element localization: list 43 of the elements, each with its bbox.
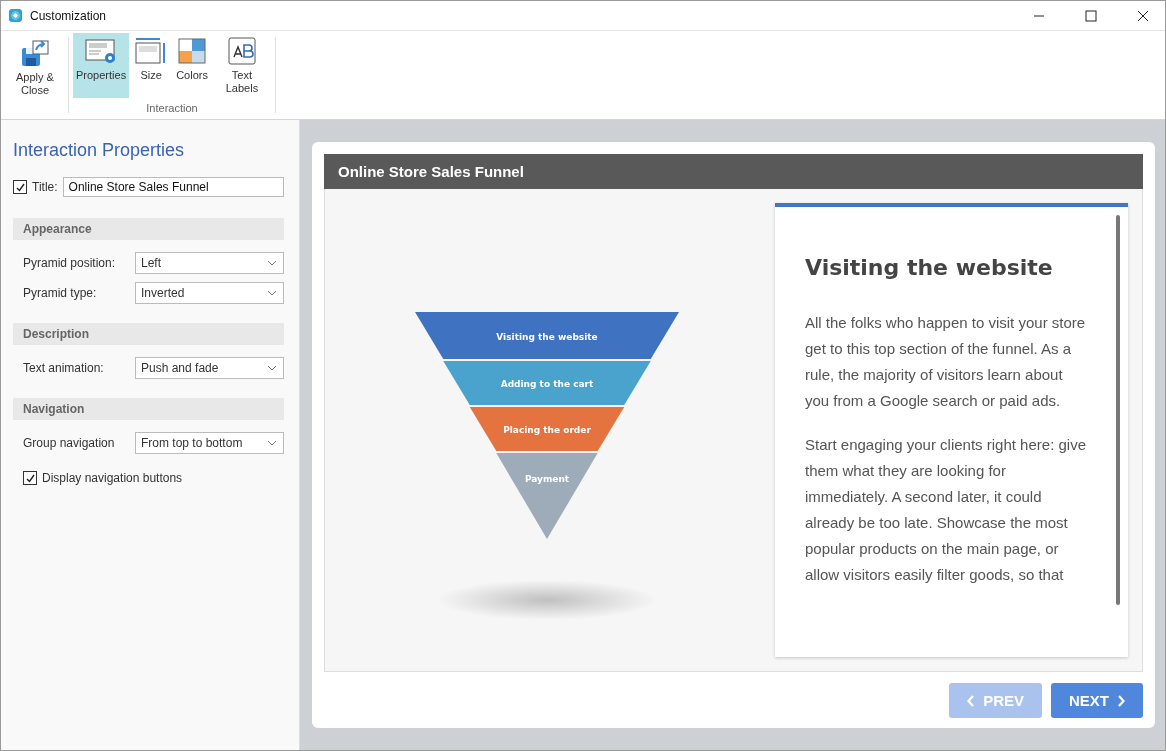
detail-paragraph: Start engaging your clients right here: give them what they are looking for immediately. A second later, it could already be too late. Showcase the most popular products on the main page, or allow visitors easily filter goods, so that	[805, 435, 1087, 585]
dropdown[interactable]: Left	[135, 252, 284, 274]
title-input[interactable]: Online Store Sales Funnel	[62, 177, 284, 197]
chevron-down-icon	[267, 290, 277, 296]
field-label: Pyramid position:	[23, 256, 117, 270]
chevron-down-icon	[267, 365, 277, 371]
navigation-checkbox[interactable]	[23, 471, 37, 485]
next-button[interactable]: NEXT	[1051, 683, 1143, 718]
chevron-left-icon	[967, 694, 976, 707]
dropdown[interactable]: Inverted	[135, 282, 284, 304]
group-label: Interaction	[146, 102, 198, 114]
detail-paragraph: All the folks who happen to visit your store get to this top section of the funnel. As a rule, the majority of visitors learn about you from a Google search or paid ads.	[805, 313, 1087, 411]
color-swatch-icon	[177, 36, 208, 66]
chevron-down-icon	[267, 440, 277, 446]
window-title: Customization	[30, 8, 107, 23]
close-icon[interactable]	[1137, 9, 1149, 22]
detail-heading: Visiting the website	[805, 255, 1054, 280]
colors-button[interactable]: Colors	[173, 33, 211, 98]
section-header: Appearance	[13, 218, 284, 240]
text-labels-button[interactable]: Text Labels	[212, 33, 271, 98]
dropdown[interactable]: From top to bottom	[135, 432, 284, 454]
title-checkbox[interactable]	[13, 180, 27, 194]
field-label: Group navigation	[23, 436, 116, 450]
app-icon	[9, 9, 22, 22]
checkbox-label: Display navigation buttons	[42, 471, 183, 485]
field-label: Text animation:	[23, 361, 105, 375]
save-icon	[20, 38, 50, 68]
field-label: Pyramid type:	[23, 286, 98, 300]
funnel-segment[interactable]: Visiting the website	[415, 312, 679, 359]
title-label: Title:	[32, 180, 58, 194]
panel-heading: Interaction Properties	[13, 140, 186, 161]
preview-title: Online Store Sales Funnel	[324, 154, 1143, 189]
dropdown[interactable]: Push and fade	[135, 357, 284, 379]
chevron-right-icon	[1117, 694, 1125, 707]
scrollbar[interactable]	[1116, 215, 1120, 605]
properties-button[interactable]: Properties	[73, 33, 130, 98]
text-icon	[226, 36, 257, 66]
size-button[interactable]: Size	[131, 33, 172, 98]
section-header: Description	[13, 323, 284, 345]
section-header: Navigation	[13, 398, 284, 420]
maximize-icon[interactable]	[1085, 9, 1097, 22]
apply-close-button[interactable]: Apply & Close	[6, 35, 64, 100]
chevron-down-icon	[267, 260, 277, 266]
